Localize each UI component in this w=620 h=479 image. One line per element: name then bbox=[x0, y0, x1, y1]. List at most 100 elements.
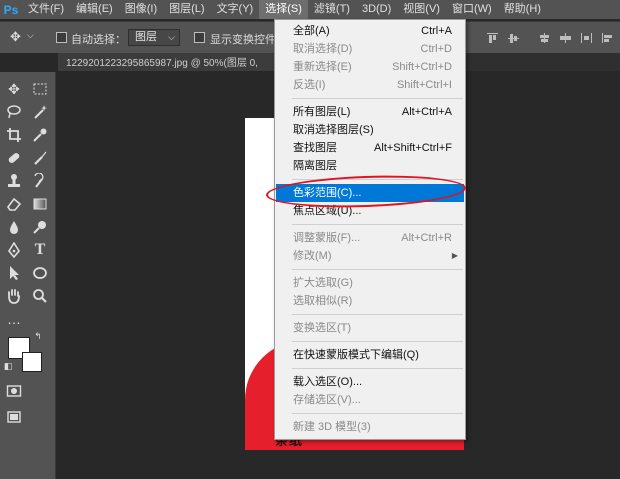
menu-separator bbox=[292, 314, 463, 315]
submenu-arrow-icon: ▶ bbox=[451, 251, 458, 260]
lasso-tool-icon[interactable] bbox=[3, 101, 25, 123]
document-tab-title: 1229201223295865987.jpg @ 50%(图层 0, bbox=[66, 58, 258, 69]
menu-file[interactable]: 文件(F) bbox=[22, 0, 70, 19]
hand-tool-icon[interactable] bbox=[3, 285, 25, 307]
menu-item-transform-selection[interactable]: 变换选区(T) bbox=[276, 319, 464, 337]
healing-brush-tool-icon[interactable] bbox=[3, 147, 25, 169]
menu-item-label: 重新选择(E) bbox=[293, 61, 352, 73]
menu-item-select-and-mask[interactable]: 调整蒙版(F)... Alt+Ctrl+R bbox=[276, 229, 464, 247]
menu-filter[interactable]: 滤镜(T) bbox=[308, 0, 356, 19]
show-transform-checkbox[interactable] bbox=[194, 32, 205, 43]
menu-bar: Ps 文件(F) 编辑(E) 图像(I) 图层(L) 文字(Y) 选择(S) 滤… bbox=[0, 0, 620, 19]
menu-item-label: 变换选区(T) bbox=[293, 322, 352, 334]
photoshop-window: Ps 文件(F) 编辑(E) 图像(I) 图层(L) 文字(Y) 选择(S) 滤… bbox=[0, 0, 620, 479]
menu-item-label: 在快速蒙版模式下编辑(Q) bbox=[293, 349, 419, 361]
menu-edit[interactable]: 编辑(E) bbox=[70, 0, 119, 19]
menu-item-quick-mask-edit[interactable]: 在快速蒙版模式下编辑(Q) bbox=[276, 346, 464, 364]
menu-window[interactable]: 窗口(W) bbox=[446, 0, 498, 19]
menu-item-label: 选取相似(R) bbox=[293, 295, 353, 307]
blur-tool-icon[interactable] bbox=[3, 216, 25, 238]
ellipse-tool-icon[interactable] bbox=[29, 262, 51, 284]
show-transform-label: 显示变换控件 bbox=[210, 34, 276, 46]
default-colors-icon[interactable]: ◧ bbox=[2, 360, 14, 372]
menu-item-similar[interactable]: 选取相似(R) bbox=[276, 292, 464, 310]
swap-colors-icon[interactable]: ↰ bbox=[32, 330, 44, 342]
chevron-down-icon[interactable]: ⌵ bbox=[27, 30, 34, 41]
clone-stamp-tool-icon[interactable] bbox=[3, 170, 25, 192]
menu-item-isolate-layers[interactable]: 隔离图层 bbox=[276, 157, 464, 175]
menu-item-label: 取消选择图层(S) bbox=[293, 124, 374, 136]
quick-mask-icon[interactable] bbox=[3, 380, 25, 402]
menu-separator bbox=[292, 341, 463, 342]
menu-item-shortcut: Alt+Ctrl+R bbox=[401, 232, 452, 244]
auto-select-checkbox[interactable] bbox=[56, 32, 67, 43]
menu-item-label: 扩大选取(G) bbox=[293, 277, 353, 289]
align-top-icon[interactable] bbox=[487, 33, 498, 43]
photoshop-logo: Ps bbox=[3, 2, 19, 17]
menu-item-label: 隔离图层 bbox=[293, 160, 337, 172]
move-tool-icon[interactable]: ✥ bbox=[10, 29, 21, 45]
menu-item-label: 查找图层 bbox=[293, 142, 337, 154]
menu-item-shortcut: Ctrl+D bbox=[420, 43, 452, 55]
pen-tool-icon[interactable] bbox=[3, 239, 25, 261]
menu-item-save-selection[interactable]: 存储选区(V)... bbox=[276, 391, 464, 409]
brush-tool-icon[interactable] bbox=[29, 147, 51, 169]
magic-wand-tool-icon[interactable] bbox=[29, 101, 51, 123]
move-tool-icon[interactable]: ✥ bbox=[3, 78, 25, 100]
zoom-tool-icon[interactable] bbox=[29, 285, 51, 307]
distribute-bottom-icon[interactable] bbox=[581, 33, 592, 43]
menu-item-label: 反选(I) bbox=[293, 79, 326, 91]
menu-item-deselect[interactable]: 取消选择(D) Ctrl+D bbox=[276, 40, 464, 58]
distribute-middle-icon[interactable] bbox=[560, 33, 571, 43]
menu-item-deselect-layers[interactable]: 取消选择图层(S) bbox=[276, 121, 464, 139]
chevron-down-icon: ⌵ bbox=[168, 32, 175, 42]
layer-select-value: 图层 bbox=[135, 31, 157, 43]
marquee-tool-icon[interactable] bbox=[29, 78, 51, 100]
gradient-tool-icon[interactable] bbox=[29, 193, 51, 215]
menu-item-label: 所有图层(L) bbox=[293, 106, 351, 118]
menu-item-shortcut: Shift+Ctrl+I bbox=[396, 79, 452, 91]
menu-item-label: 全部(A) bbox=[293, 25, 330, 37]
select-menu-dropdown: 全部(A) Ctrl+A 取消选择(D) Ctrl+D 重新选择(E) Shift+C… bbox=[274, 19, 466, 440]
align-middle-icon[interactable] bbox=[508, 33, 519, 43]
tools-panel: ✥ T … ↰ ◧ bbox=[0, 72, 56, 479]
distribute-top-icon[interactable] bbox=[539, 33, 550, 43]
menu-item-all[interactable]: 全部(A) Ctrl+A bbox=[276, 22, 464, 40]
menu-item-new-3d-extrusion[interactable]: 新建 3D 模型(3) bbox=[276, 418, 464, 436]
menu-item-reselect[interactable]: 重新选择(E) Shift+Ctrl+D bbox=[276, 58, 464, 76]
menu-item-label: 载入选区(O)... bbox=[293, 376, 363, 388]
screen-mode-icon[interactable] bbox=[3, 406, 25, 428]
menu-help[interactable]: 帮助(H) bbox=[498, 0, 547, 19]
menu-layer[interactable]: 图层(L) bbox=[163, 0, 210, 19]
menu-view[interactable]: 视图(V) bbox=[397, 0, 446, 19]
menu-item-all-layers[interactable]: 所有图层(L) Alt+Ctrl+A bbox=[276, 103, 464, 121]
menu-select[interactable]: 选择(S) bbox=[259, 0, 308, 19]
menu-item-inverse[interactable]: 反选(I) Shift+Ctrl+I bbox=[276, 76, 464, 94]
menu-item-label: 取消选择(D) bbox=[293, 43, 353, 55]
menu-item-load-selection[interactable]: 载入选区(O)... bbox=[276, 373, 464, 391]
crop-tool-icon[interactable] bbox=[3, 124, 25, 146]
menu-item-shortcut: Ctrl+A bbox=[421, 25, 452, 37]
menu-separator bbox=[292, 413, 463, 414]
menu-image[interactable]: 图像(I) bbox=[119, 0, 163, 19]
history-brush-tool-icon[interactable] bbox=[29, 170, 51, 192]
menu-item-grow[interactable]: 扩大选取(G) bbox=[276, 274, 464, 292]
menu-item-find-layers[interactable]: 查找图层 Alt+Shift+Ctrl+F bbox=[276, 139, 464, 157]
eyedropper-tool-icon[interactable] bbox=[29, 124, 51, 146]
path-selection-tool-icon[interactable] bbox=[3, 262, 25, 284]
eraser-tool-icon[interactable] bbox=[3, 193, 25, 215]
document-tab[interactable]: 1229201223295865987.jpg @ 50%(图层 0, bbox=[58, 53, 286, 71]
menu-3d[interactable]: 3D(D) bbox=[356, 0, 397, 19]
layer-select-dropdown[interactable]: 图层 ⌵ bbox=[128, 29, 180, 46]
align-right-icon[interactable] bbox=[602, 33, 613, 43]
menu-item-shortcut: Alt+Ctrl+A bbox=[401, 106, 452, 118]
type-tool-icon[interactable]: T bbox=[29, 239, 51, 261]
more-tools-icon[interactable]: … bbox=[3, 308, 25, 330]
dodge-tool-icon[interactable] bbox=[29, 216, 51, 238]
menu-type[interactable]: 文字(Y) bbox=[211, 0, 260, 19]
background-color-swatch[interactable] bbox=[22, 352, 42, 372]
menu-item-modify[interactable]: 修改(M) ▶ bbox=[276, 247, 464, 265]
menu-item-shortcut: Shift+Ctrl+D bbox=[392, 61, 452, 73]
menu-separator bbox=[292, 98, 463, 99]
menu-separator bbox=[292, 224, 463, 225]
